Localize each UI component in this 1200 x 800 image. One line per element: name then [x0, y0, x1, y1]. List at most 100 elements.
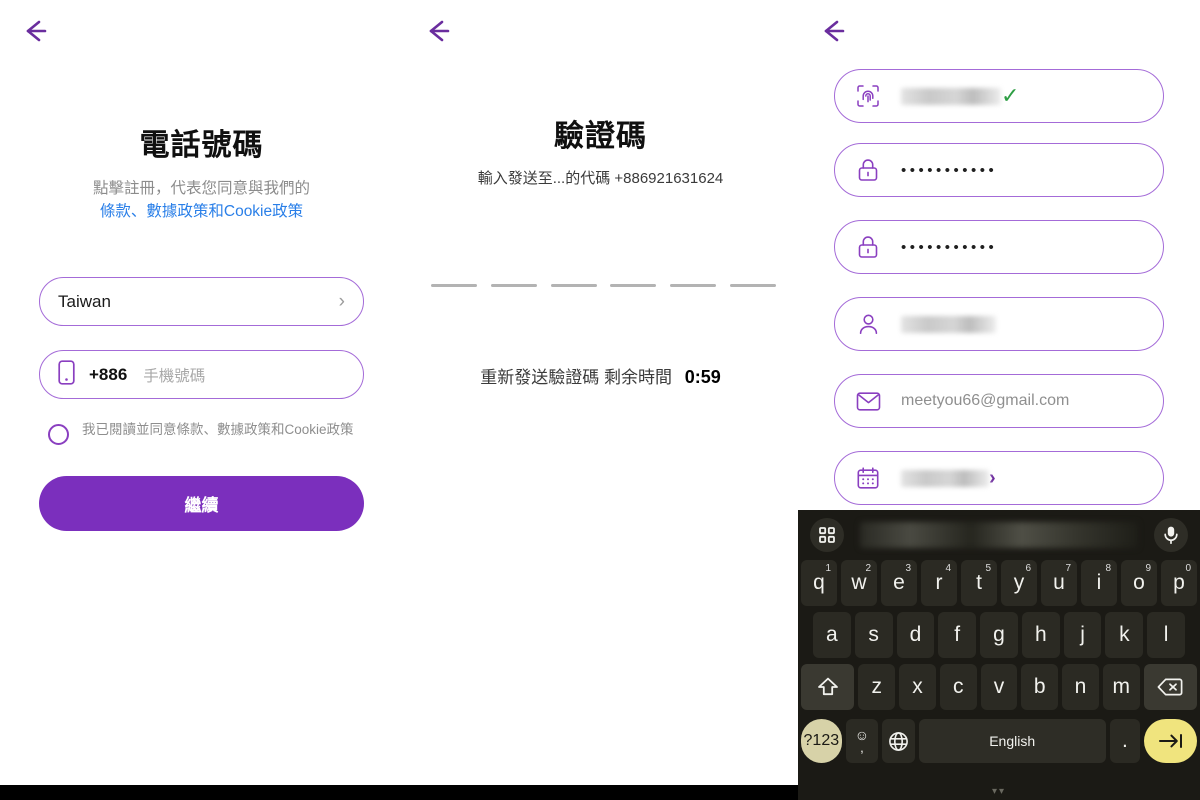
- consent-checkbox-row[interactable]: 我已閱讀並同意條款、數據政策和Cookie政策: [48, 420, 358, 445]
- key-superscript: 7: [1065, 563, 1071, 574]
- key-p[interactable]: p0: [1161, 560, 1197, 606]
- globe-icon[interactable]: [882, 719, 915, 763]
- id-field[interactable]: ✓: [834, 69, 1164, 123]
- key-m[interactable]: m: [1102, 664, 1140, 710]
- otp-slot-3[interactable]: [550, 284, 597, 287]
- password-value: •••••••••••: [901, 161, 998, 179]
- phone-input-field[interactable]: +886 手機號碼: [39, 350, 364, 399]
- key-t[interactable]: t5: [961, 560, 997, 606]
- key-u[interactable]: u7: [1041, 560, 1077, 606]
- key-a[interactable]: a: [812, 612, 851, 658]
- back-arrow-icon[interactable]: [20, 18, 50, 44]
- symbols-key[interactable]: ?123: [801, 719, 842, 763]
- otp-slot-6[interactable]: [729, 284, 776, 287]
- system-navigation-bar: [0, 785, 403, 800]
- key-f[interactable]: f: [938, 612, 977, 658]
- key-w[interactable]: w2: [841, 560, 877, 606]
- enter-icon[interactable]: [1144, 719, 1197, 763]
- key-l[interactable]: l: [1147, 612, 1186, 658]
- otp-slot-1[interactable]: [431, 284, 477, 287]
- verification-code-screen: 驗證碼 輸入發送至...的代碼 +886921631624 重新發送驗證碼 剩余…: [403, 0, 798, 800]
- resend-label: 重新發送驗證碼 剩余時間: [480, 368, 672, 387]
- id-value-masked: [901, 87, 1001, 105]
- keyboard-row-3: z x c v b n m: [801, 664, 1197, 710]
- key-v[interactable]: v: [980, 664, 1018, 710]
- password-field[interactable]: •••••••••••: [834, 143, 1164, 197]
- consent-label: 我已閱讀並同意條款、數據政策和Cookie政策: [82, 422, 354, 437]
- grid-icon[interactable]: [810, 518, 844, 552]
- key-superscript: 3: [905, 563, 911, 574]
- key-label: e: [893, 571, 905, 594]
- keyboard-row-2: a s d f g h j k l: [801, 612, 1197, 658]
- name-field[interactable]: [834, 297, 1164, 351]
- radio-unchecked-icon[interactable]: [48, 424, 69, 445]
- calendar-icon: [855, 465, 881, 491]
- key-e[interactable]: e3: [881, 560, 917, 606]
- key-k[interactable]: k: [1105, 612, 1144, 658]
- key-i[interactable]: i8: [1081, 560, 1117, 606]
- lock-icon: [855, 234, 881, 260]
- keyboard-row-1: q1 w2 e3 r4 t5 y6 u7 i8 o9 p0: [801, 560, 1197, 606]
- suggestion-text-masked[interactable]: [860, 522, 1138, 548]
- key-superscript: 4: [945, 563, 951, 574]
- spacebar[interactable]: English: [918, 719, 1106, 763]
- confirm-password-field[interactable]: •••••••••••: [834, 220, 1164, 274]
- back-arrow-icon[interactable]: [423, 18, 453, 44]
- keyboard-row-4: ?123 ☺ , English .: [801, 716, 1197, 766]
- key-o[interactable]: o9: [1121, 560, 1157, 606]
- resend-row[interactable]: 重新發送驗證碼 剩余時間 0:59: [403, 363, 798, 388]
- system-navigation-bar: [403, 785, 798, 800]
- otp-slot-5[interactable]: [670, 284, 717, 287]
- key-x[interactable]: x: [899, 664, 936, 710]
- key-y[interactable]: y6: [1001, 560, 1037, 606]
- page-subtitle: 點擊註冊，代表您同意與我們的: [92, 180, 310, 197]
- otp-slot-4[interactable]: [610, 284, 657, 287]
- key-c[interactable]: c: [939, 664, 977, 710]
- check-icon: ✓: [1001, 83, 1020, 108]
- key-h[interactable]: h: [1021, 612, 1060, 658]
- back-arrow-icon[interactable]: [818, 18, 848, 44]
- period-key[interactable]: .: [1109, 719, 1141, 763]
- key-z[interactable]: z: [858, 664, 896, 710]
- key-label: q: [813, 571, 825, 594]
- mail-icon: [855, 388, 881, 414]
- country-select[interactable]: Taiwan ›: [39, 277, 364, 326]
- key-g[interactable]: g: [980, 612, 1018, 658]
- policy-link[interactable]: 條款、數據政策和Cookie政策: [0, 200, 403, 224]
- key-s[interactable]: s: [854, 612, 893, 658]
- otp-input-row: [431, 284, 776, 287]
- phone-placeholder: 手機號碼: [143, 367, 206, 385]
- otp-slot-2[interactable]: [490, 284, 537, 287]
- key-superscript: 5: [985, 563, 991, 574]
- key-q[interactable]: q1: [801, 560, 837, 606]
- key-n[interactable]: n: [1062, 664, 1099, 710]
- microphone-icon[interactable]: [1154, 518, 1188, 552]
- shift-icon[interactable]: [801, 664, 855, 710]
- key-superscript: 0: [1185, 563, 1191, 574]
- country-code: +886: [89, 364, 128, 384]
- continue-button[interactable]: 繼續: [39, 476, 364, 531]
- name-value-masked: [901, 315, 996, 333]
- key-label: y: [1013, 571, 1025, 594]
- backspace-icon[interactable]: [1143, 664, 1197, 710]
- emoji-comma-key[interactable]: ☺ ,: [845, 719, 879, 763]
- key-b[interactable]: b: [1021, 664, 1059, 710]
- confirm-password-value: •••••••••••: [901, 238, 998, 256]
- profile-details-screen: ✓ ••••••••••• ••••••••••• meetyou66@gmai…: [798, 0, 1200, 800]
- screens-container: 電話號碼 點擊註冊，代表您同意與我們的 條款、數據政策和Cookie政策 Tai…: [0, 0, 1200, 800]
- suggestion-strip: [798, 510, 1200, 560]
- key-label: i: [1096, 571, 1102, 594]
- key-label: r: [935, 571, 943, 594]
- key-superscript: 2: [865, 563, 871, 574]
- key-j[interactable]: j: [1063, 612, 1102, 658]
- keyboard-handle[interactable]: ▾▾: [798, 786, 1200, 797]
- key-r[interactable]: r4: [921, 560, 957, 606]
- key-superscript: 9: [1145, 563, 1151, 574]
- chevron-right-icon[interactable]: ›: [989, 468, 996, 488]
- key-d[interactable]: d: [896, 612, 935, 658]
- birthday-field[interactable]: ›: [834, 451, 1164, 505]
- key-label: u: [1053, 571, 1065, 594]
- key-superscript: 6: [1025, 563, 1031, 574]
- keyboard-rows: q1 w2 e3 r4 t5 y6 u7 i8 o9 p0 a s d f g …: [798, 560, 1200, 766]
- email-field[interactable]: meetyou66@gmail.com: [834, 374, 1164, 428]
